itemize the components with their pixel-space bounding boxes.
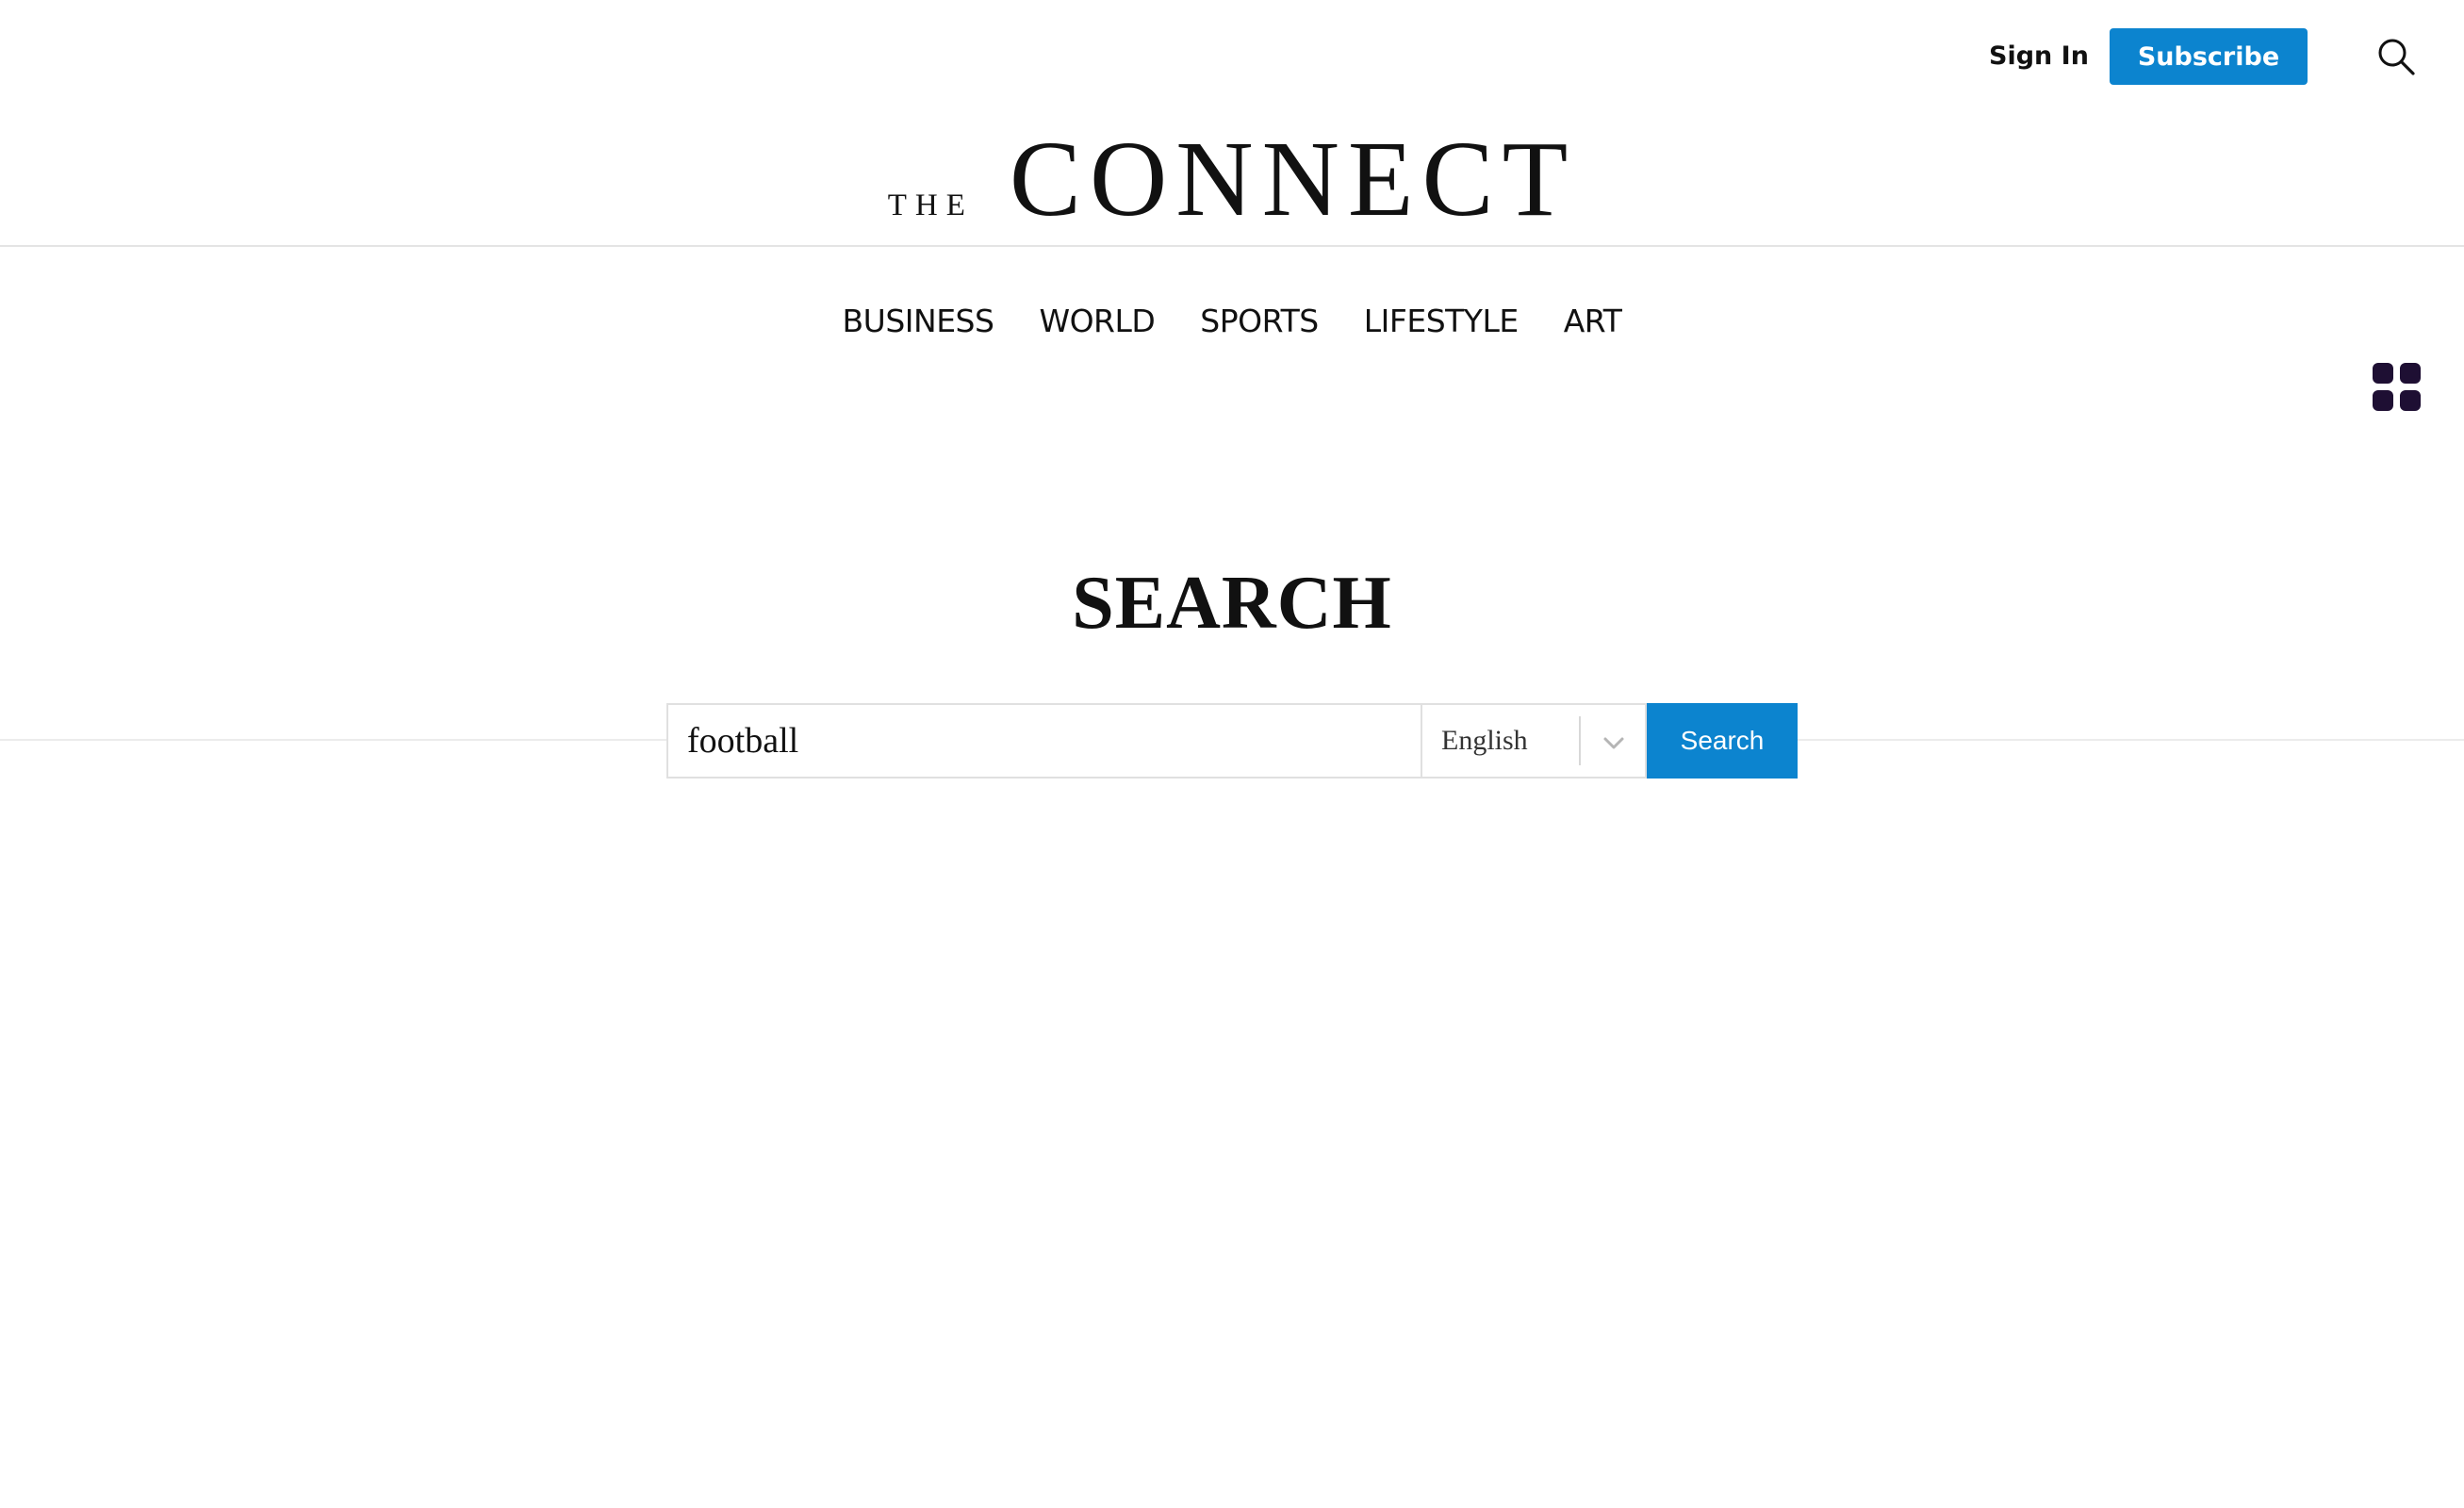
nav-item-world[interactable]: WORLD (1039, 298, 1155, 345)
nav-item-art[interactable]: ART (1564, 298, 1622, 345)
apps-grid-icon[interactable] (2372, 362, 2423, 413)
search-input[interactable] (666, 703, 1421, 779)
masthead-divider (0, 245, 2464, 247)
chevron-down-icon (1600, 729, 1628, 757)
select-divider (1579, 716, 1581, 765)
nav-item-lifestyle[interactable]: LIFESTYLE (1364, 298, 1519, 345)
section-nav: BUSINESS WORLD SPORTS LIFESTYLE ART (0, 298, 2464, 345)
language-select[interactable]: English (1421, 703, 1647, 779)
page-title: SEARCH (1072, 562, 1392, 645)
search-icon[interactable] (2375, 36, 2417, 77)
language-selected-value: English (1441, 725, 1528, 756)
logo-name: CONNECT (1009, 119, 1577, 238)
subscribe-button[interactable]: Subscribe (2110, 28, 2308, 85)
nav-item-sports[interactable]: SPORTS (1200, 298, 1319, 345)
logo-prefix: THE (887, 188, 974, 222)
nav-item-business[interactable]: BUSINESS (843, 298, 994, 345)
masthead: THE CONNECT (0, 123, 2464, 236)
top-bar: Sign In Subscribe (0, 0, 2464, 113)
search-submit-button[interactable]: Search (1647, 703, 1798, 779)
search-form: English Search (666, 703, 1798, 779)
sign-in-link[interactable]: Sign In (1989, 28, 2089, 85)
site-logo[interactable]: THE CONNECT (888, 123, 1576, 236)
